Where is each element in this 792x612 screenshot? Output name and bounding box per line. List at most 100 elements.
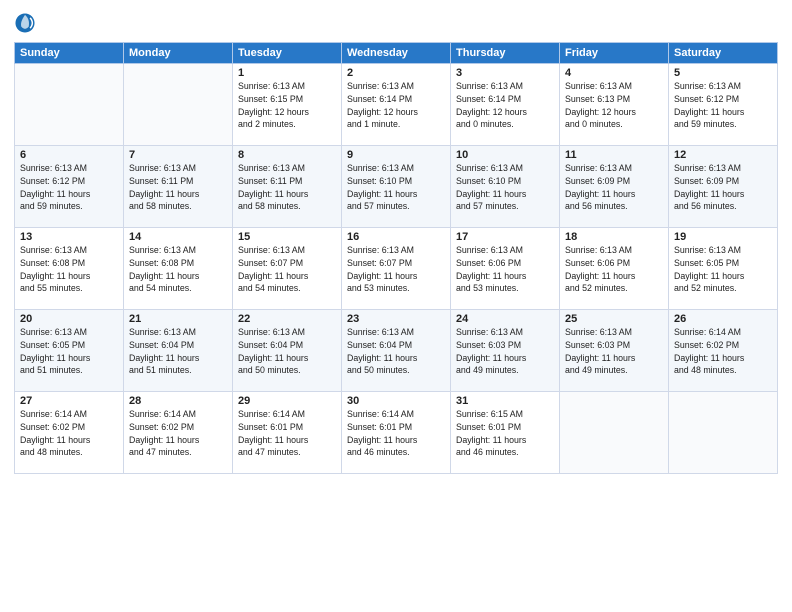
day-info: Sunrise: 6:15 AM Sunset: 6:01 PM Dayligh… [456, 408, 554, 459]
day-number: 29 [238, 395, 336, 407]
day-info: Sunrise: 6:13 AM Sunset: 6:04 PM Dayligh… [129, 326, 227, 377]
day-number: 24 [456, 313, 554, 325]
day-info: Sunrise: 6:13 AM Sunset: 6:12 PM Dayligh… [20, 162, 118, 213]
col-header-thursday: Thursday [451, 43, 560, 64]
day-info: Sunrise: 6:13 AM Sunset: 6:11 PM Dayligh… [129, 162, 227, 213]
day-cell [15, 64, 124, 146]
col-header-wednesday: Wednesday [342, 43, 451, 64]
day-info: Sunrise: 6:14 AM Sunset: 6:02 PM Dayligh… [674, 326, 772, 377]
day-number: 4 [565, 67, 663, 79]
day-number: 25 [565, 313, 663, 325]
day-cell: 18Sunrise: 6:13 AM Sunset: 6:06 PM Dayli… [560, 228, 669, 310]
day-cell: 1Sunrise: 6:13 AM Sunset: 6:15 PM Daylig… [233, 64, 342, 146]
day-cell: 9Sunrise: 6:13 AM Sunset: 6:10 PM Daylig… [342, 146, 451, 228]
day-number: 7 [129, 149, 227, 161]
day-info: Sunrise: 6:13 AM Sunset: 6:07 PM Dayligh… [238, 244, 336, 295]
day-number: 10 [456, 149, 554, 161]
day-cell: 19Sunrise: 6:13 AM Sunset: 6:05 PM Dayli… [669, 228, 778, 310]
day-info: Sunrise: 6:13 AM Sunset: 6:15 PM Dayligh… [238, 80, 336, 131]
day-cell: 26Sunrise: 6:14 AM Sunset: 6:02 PM Dayli… [669, 310, 778, 392]
day-number: 17 [456, 231, 554, 243]
day-cell: 5Sunrise: 6:13 AM Sunset: 6:12 PM Daylig… [669, 64, 778, 146]
day-info: Sunrise: 6:13 AM Sunset: 6:04 PM Dayligh… [347, 326, 445, 377]
page: SundayMondayTuesdayWednesdayThursdayFrid… [0, 0, 792, 612]
day-number: 19 [674, 231, 772, 243]
day-info: Sunrise: 6:13 AM Sunset: 6:08 PM Dayligh… [129, 244, 227, 295]
day-info: Sunrise: 6:14 AM Sunset: 6:01 PM Dayligh… [238, 408, 336, 459]
day-cell: 30Sunrise: 6:14 AM Sunset: 6:01 PM Dayli… [342, 392, 451, 474]
day-cell: 6Sunrise: 6:13 AM Sunset: 6:12 PM Daylig… [15, 146, 124, 228]
day-number: 26 [674, 313, 772, 325]
day-number: 11 [565, 149, 663, 161]
day-info: Sunrise: 6:13 AM Sunset: 6:14 PM Dayligh… [347, 80, 445, 131]
day-info: Sunrise: 6:13 AM Sunset: 6:10 PM Dayligh… [456, 162, 554, 213]
day-cell: 2Sunrise: 6:13 AM Sunset: 6:14 PM Daylig… [342, 64, 451, 146]
header [14, 12, 778, 34]
day-number: 5 [674, 67, 772, 79]
day-cell: 25Sunrise: 6:13 AM Sunset: 6:03 PM Dayli… [560, 310, 669, 392]
day-number: 3 [456, 67, 554, 79]
day-cell: 24Sunrise: 6:13 AM Sunset: 6:03 PM Dayli… [451, 310, 560, 392]
day-info: Sunrise: 6:13 AM Sunset: 6:07 PM Dayligh… [347, 244, 445, 295]
day-info: Sunrise: 6:14 AM Sunset: 6:01 PM Dayligh… [347, 408, 445, 459]
day-cell: 8Sunrise: 6:13 AM Sunset: 6:11 PM Daylig… [233, 146, 342, 228]
day-info: Sunrise: 6:13 AM Sunset: 6:05 PM Dayligh… [20, 326, 118, 377]
day-info: Sunrise: 6:14 AM Sunset: 6:02 PM Dayligh… [129, 408, 227, 459]
day-number: 23 [347, 313, 445, 325]
day-number: 16 [347, 231, 445, 243]
week-row-1: 1Sunrise: 6:13 AM Sunset: 6:15 PM Daylig… [15, 64, 778, 146]
day-info: Sunrise: 6:13 AM Sunset: 6:03 PM Dayligh… [565, 326, 663, 377]
day-cell: 16Sunrise: 6:13 AM Sunset: 6:07 PM Dayli… [342, 228, 451, 310]
col-header-tuesday: Tuesday [233, 43, 342, 64]
day-number: 1 [238, 67, 336, 79]
day-cell: 3Sunrise: 6:13 AM Sunset: 6:14 PM Daylig… [451, 64, 560, 146]
day-number: 28 [129, 395, 227, 407]
day-number: 30 [347, 395, 445, 407]
day-number: 14 [129, 231, 227, 243]
day-cell: 13Sunrise: 6:13 AM Sunset: 6:08 PM Dayli… [15, 228, 124, 310]
day-info: Sunrise: 6:13 AM Sunset: 6:03 PM Dayligh… [456, 326, 554, 377]
day-info: Sunrise: 6:13 AM Sunset: 6:06 PM Dayligh… [565, 244, 663, 295]
day-info: Sunrise: 6:13 AM Sunset: 6:06 PM Dayligh… [456, 244, 554, 295]
week-row-3: 13Sunrise: 6:13 AM Sunset: 6:08 PM Dayli… [15, 228, 778, 310]
day-cell: 14Sunrise: 6:13 AM Sunset: 6:08 PM Dayli… [124, 228, 233, 310]
day-info: Sunrise: 6:14 AM Sunset: 6:02 PM Dayligh… [20, 408, 118, 459]
day-cell [669, 392, 778, 474]
day-cell: 29Sunrise: 6:14 AM Sunset: 6:01 PM Dayli… [233, 392, 342, 474]
day-cell: 22Sunrise: 6:13 AM Sunset: 6:04 PM Dayli… [233, 310, 342, 392]
day-info: Sunrise: 6:13 AM Sunset: 6:09 PM Dayligh… [674, 162, 772, 213]
col-header-sunday: Sunday [15, 43, 124, 64]
day-cell: 28Sunrise: 6:14 AM Sunset: 6:02 PM Dayli… [124, 392, 233, 474]
header-row: SundayMondayTuesdayWednesdayThursdayFrid… [15, 43, 778, 64]
day-cell: 11Sunrise: 6:13 AM Sunset: 6:09 PM Dayli… [560, 146, 669, 228]
day-cell [560, 392, 669, 474]
week-row-4: 20Sunrise: 6:13 AM Sunset: 6:05 PM Dayli… [15, 310, 778, 392]
day-number: 2 [347, 67, 445, 79]
day-info: Sunrise: 6:13 AM Sunset: 6:04 PM Dayligh… [238, 326, 336, 377]
day-cell: 23Sunrise: 6:13 AM Sunset: 6:04 PM Dayli… [342, 310, 451, 392]
day-cell: 20Sunrise: 6:13 AM Sunset: 6:05 PM Dayli… [15, 310, 124, 392]
day-info: Sunrise: 6:13 AM Sunset: 6:14 PM Dayligh… [456, 80, 554, 131]
week-row-5: 27Sunrise: 6:14 AM Sunset: 6:02 PM Dayli… [15, 392, 778, 474]
day-number: 15 [238, 231, 336, 243]
day-number: 9 [347, 149, 445, 161]
day-cell: 31Sunrise: 6:15 AM Sunset: 6:01 PM Dayli… [451, 392, 560, 474]
day-info: Sunrise: 6:13 AM Sunset: 6:11 PM Dayligh… [238, 162, 336, 213]
day-number: 18 [565, 231, 663, 243]
day-cell: 15Sunrise: 6:13 AM Sunset: 6:07 PM Dayli… [233, 228, 342, 310]
col-header-monday: Monday [124, 43, 233, 64]
day-info: Sunrise: 6:13 AM Sunset: 6:13 PM Dayligh… [565, 80, 663, 131]
day-number: 22 [238, 313, 336, 325]
day-cell: 27Sunrise: 6:14 AM Sunset: 6:02 PM Dayli… [15, 392, 124, 474]
day-cell: 7Sunrise: 6:13 AM Sunset: 6:11 PM Daylig… [124, 146, 233, 228]
day-number: 31 [456, 395, 554, 407]
day-cell: 4Sunrise: 6:13 AM Sunset: 6:13 PM Daylig… [560, 64, 669, 146]
day-cell [124, 64, 233, 146]
day-number: 20 [20, 313, 118, 325]
col-header-friday: Friday [560, 43, 669, 64]
day-info: Sunrise: 6:13 AM Sunset: 6:08 PM Dayligh… [20, 244, 118, 295]
day-info: Sunrise: 6:13 AM Sunset: 6:12 PM Dayligh… [674, 80, 772, 131]
day-number: 6 [20, 149, 118, 161]
week-row-2: 6Sunrise: 6:13 AM Sunset: 6:12 PM Daylig… [15, 146, 778, 228]
day-cell: 17Sunrise: 6:13 AM Sunset: 6:06 PM Dayli… [451, 228, 560, 310]
